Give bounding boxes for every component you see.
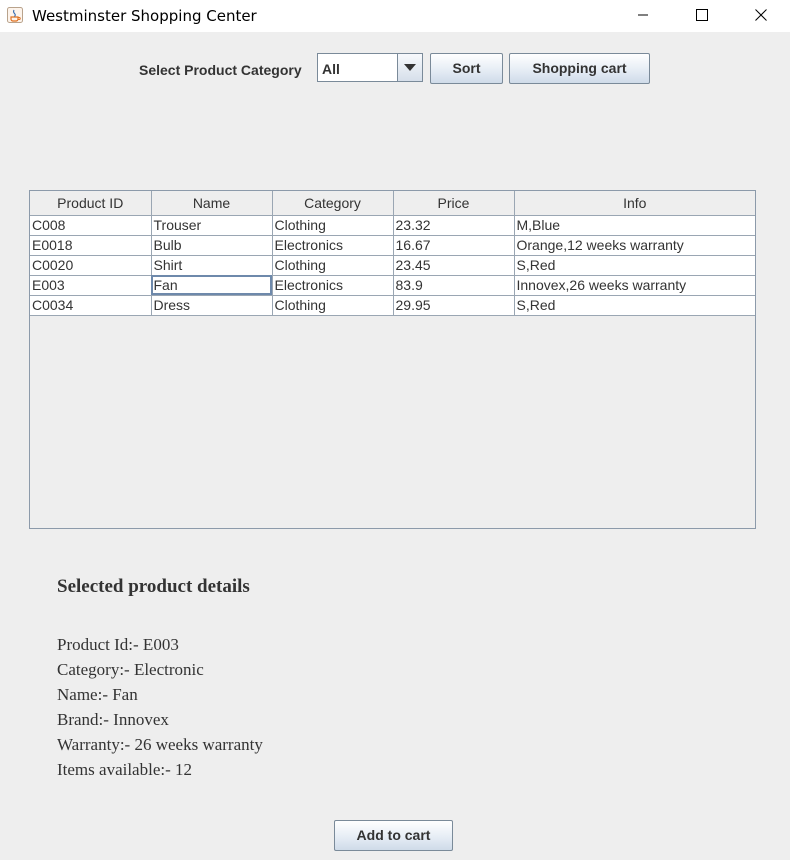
detail-warranty: Warranty:- 26 weeks warranty (57, 735, 263, 754)
detail-product-id: Product Id:- E003 (57, 635, 179, 654)
title-bar: Westminster Shopping Center (0, 0, 790, 32)
maximize-icon (696, 9, 708, 21)
product-table[interactable]: Product ID Name Category Price Info C008… (29, 190, 756, 529)
chevron-down-icon (404, 64, 416, 71)
category-label: Select Product Category (139, 62, 302, 78)
cell-name[interactable]: Bulb (151, 235, 273, 256)
cell-name[interactable]: Shirt (151, 255, 273, 276)
cell-info[interactable]: S,Red (514, 255, 755, 276)
table-row[interactable]: C0020 Shirt Clothing 23.45 S,Red (30, 255, 755, 276)
cell-product-id[interactable]: E0018 (30, 235, 152, 256)
shopping-cart-button[interactable]: Shopping cart (509, 53, 650, 84)
column-header-price[interactable]: Price (393, 191, 515, 216)
minimize-button[interactable] (620, 0, 666, 32)
detail-name: Name:- Fan (57, 685, 138, 704)
detail-brand: Brand:- Innovex (57, 710, 169, 729)
table-row[interactable]: E0018 Bulb Electronics 16.67 Orange,12 w… (30, 235, 755, 256)
cell-name-focused[interactable]: Fan (151, 275, 273, 296)
cell-category[interactable]: Electronics (272, 235, 394, 256)
cell-price[interactable]: 16.67 (393, 235, 515, 256)
cell-info[interactable]: Orange,12 weeks warranty (514, 235, 755, 256)
column-header-info[interactable]: Info (514, 191, 755, 216)
cell-price[interactable]: 83.9 (393, 275, 515, 296)
cell-product-id[interactable]: C008 (30, 215, 152, 236)
detail-items-available: Items available:- 12 (57, 760, 193, 779)
cell-category[interactable]: Clothing (272, 295, 394, 316)
close-icon (755, 9, 767, 21)
close-button[interactable] (738, 0, 784, 32)
column-header-product-id[interactable]: Product ID (30, 191, 152, 216)
table-header-row: Product ID Name Category Price Info (30, 191, 755, 216)
dropdown-arrow-button[interactable] (397, 54, 422, 81)
cell-category[interactable]: Clothing (272, 255, 394, 276)
cell-price[interactable]: 29.95 (393, 295, 515, 316)
category-dropdown[interactable]: All (317, 53, 423, 82)
cell-price[interactable]: 23.45 (393, 255, 515, 276)
cell-info[interactable]: M,Blue (514, 215, 755, 236)
maximize-button[interactable] (679, 0, 725, 32)
add-to-cart-button[interactable]: Add to cart (334, 820, 453, 851)
cell-price[interactable]: 23.32 (393, 215, 515, 236)
detail-category: Category:- Electronic (57, 660, 204, 679)
table-row[interactable]: C008 Trouser Clothing 23.32 M,Blue (30, 215, 755, 236)
cell-name[interactable]: Trouser (151, 215, 273, 236)
category-selected-value: All (322, 61, 340, 77)
cell-category[interactable]: Clothing (272, 215, 394, 236)
column-header-name[interactable]: Name (151, 191, 273, 216)
table-row[interactable]: C0034 Dress Clothing 29.95 S,Red (30, 295, 755, 316)
cell-info[interactable]: S,Red (514, 295, 755, 316)
window-title: Westminster Shopping Center (32, 7, 257, 25)
java-icon (7, 7, 23, 23)
cell-product-id[interactable]: C0034 (30, 295, 152, 316)
cell-category[interactable]: Electronics (272, 275, 394, 296)
sort-button[interactable]: Sort (430, 53, 503, 84)
minimize-icon (638, 14, 648, 16)
filter-toolbar: Select Product Category All Sort Shoppin… (0, 53, 790, 85)
cell-name[interactable]: Dress (151, 295, 273, 316)
cell-product-id[interactable]: C0020 (30, 255, 152, 276)
column-header-category[interactable]: Category (272, 191, 394, 216)
cell-info[interactable]: Innovex,26 weeks warranty (514, 275, 755, 296)
cell-product-id[interactable]: E003 (30, 275, 152, 296)
table-row-selected[interactable]: E003 Fan Electronics 83.9 Innovex,26 wee… (30, 275, 755, 296)
details-title: Selected product details (57, 576, 250, 597)
